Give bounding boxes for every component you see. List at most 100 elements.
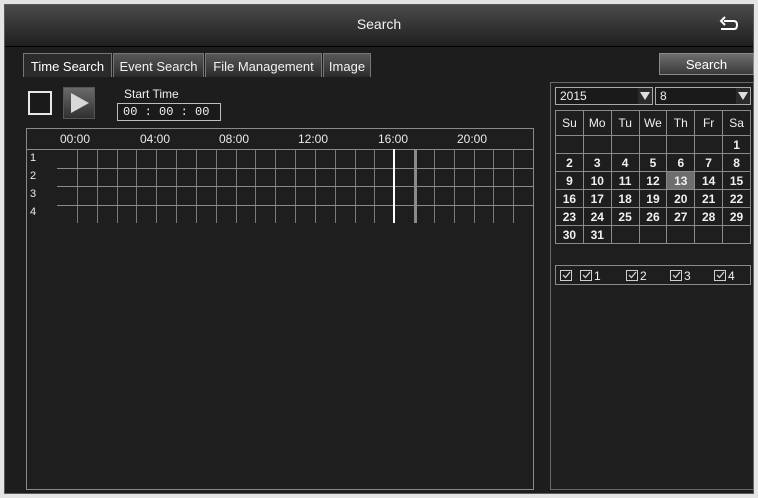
search-window: Search Time Search Event Search File Man…	[4, 4, 754, 494]
play-icon	[71, 93, 89, 113]
hour-label: 12:00	[298, 132, 329, 146]
weekday-label: Fr	[694, 110, 724, 136]
calendar-day[interactable]: 17	[582, 189, 612, 208]
weekday-label: Th	[666, 110, 696, 136]
check-icon	[714, 270, 726, 281]
channel-2-checkbox[interactable]: 2	[626, 269, 647, 283]
channel-checkboxes: 1 2 3 4	[555, 265, 751, 285]
dropdown-arrow-icon	[736, 88, 750, 104]
calendar-day[interactable]: 25	[610, 207, 640, 226]
calendar-day[interactable]: 3	[582, 153, 612, 172]
timeline-header: 00:00 04:00 08:00 12:00 16:00 20:00	[27, 129, 533, 150]
calendar-empty-cell	[638, 135, 668, 154]
calendar-day[interactable]: 8	[722, 153, 751, 172]
tab-file-management[interactable]: File Management	[205, 53, 322, 77]
search-button[interactable]: Search	[659, 53, 754, 75]
checkbox-label: 4	[728, 269, 735, 283]
timeline-cursor[interactable]	[393, 149, 395, 223]
hour-label: 04:00	[140, 132, 171, 146]
month-value: 8	[660, 89, 667, 103]
calendar-empty-cell	[666, 225, 696, 244]
check-icon	[580, 270, 592, 281]
channel-4-checkbox[interactable]: 4	[714, 269, 735, 283]
channel-row-label: 3	[30, 188, 37, 200]
calendar-day[interactable]: 7	[694, 153, 724, 172]
calendar-day[interactable]: 24	[582, 207, 612, 226]
calendar-day[interactable]: 26	[638, 207, 668, 226]
hour-label: 08:00	[219, 132, 250, 146]
calendar-day[interactable]: 13	[666, 171, 696, 190]
grid-line	[57, 205, 533, 206]
calendar-panel: 2015 8 Su Mo Tu We Th Fr Sa 1 2 3 4 5 6 …	[550, 82, 754, 490]
checkbox-label: 2	[640, 269, 647, 283]
channel-row-label: 4	[30, 206, 37, 218]
calendar-empty-cell	[610, 135, 640, 154]
calendar-day[interactable]: 29	[722, 207, 751, 226]
calendar-empty-cell	[610, 225, 640, 244]
weekday-label: Su	[555, 110, 584, 136]
stop-button[interactable]	[28, 91, 52, 115]
check-icon	[560, 270, 572, 281]
calendar-empty-cell	[582, 135, 612, 154]
hour-label: 20:00	[457, 132, 488, 146]
calendar-day[interactable]: 20	[666, 189, 696, 208]
check-icon	[670, 270, 682, 281]
dropdown-arrow-icon	[638, 88, 652, 104]
calendar-day[interactable]: 10	[582, 171, 612, 190]
month-select[interactable]: 8	[655, 87, 751, 105]
back-icon[interactable]	[717, 14, 739, 36]
calendar-day[interactable]: 5	[638, 153, 668, 172]
timeline-grid[interactable]	[57, 149, 533, 223]
calendar-week-row: 30 31	[555, 225, 751, 244]
tab-image[interactable]: Image	[323, 53, 371, 77]
calendar-day[interactable]: 23	[555, 207, 584, 226]
calendar-day[interactable]: 22	[722, 189, 751, 208]
calendar-empty-cell	[638, 225, 668, 244]
calendar-empty-cell	[666, 135, 696, 154]
weekday-label: Mo	[582, 110, 612, 136]
calendar-week-row: 23 24 25 26 27 28 29	[555, 207, 751, 226]
checkbox-label: 3	[684, 269, 691, 283]
title-bar: Search	[5, 5, 753, 47]
calendar-empty-cell	[722, 225, 751, 244]
calendar-day[interactable]: 14	[694, 171, 724, 190]
calendar-day[interactable]: 31	[582, 225, 612, 244]
calendar-day[interactable]: 2	[555, 153, 584, 172]
calendar-week-row: 1	[555, 135, 751, 154]
channel-1-checkbox[interactable]: 1	[580, 269, 601, 283]
check-icon	[626, 270, 638, 281]
grid-line	[57, 168, 533, 169]
calendar-day[interactable]: 19	[638, 189, 668, 208]
start-time-input[interactable]: 00 : 00 : 00	[117, 103, 221, 121]
all-channels-checkbox[interactable]	[560, 269, 574, 283]
calendar-day[interactable]: 21	[694, 189, 724, 208]
calendar-day[interactable]: 11	[610, 171, 640, 190]
weekday-label: We	[638, 110, 668, 136]
calendar-day[interactable]: 27	[666, 207, 696, 226]
hour-label: 00:00	[60, 132, 91, 146]
recording-marker	[414, 149, 417, 223]
calendar-day[interactable]: 28	[694, 207, 724, 226]
calendar-empty-cell	[694, 225, 724, 244]
weekday-header: Su Mo Tu We Th Fr Sa	[555, 110, 751, 136]
calendar-day[interactable]: 9	[555, 171, 584, 190]
tab-event-search[interactable]: Event Search	[113, 53, 204, 77]
year-select[interactable]: 2015	[555, 87, 653, 105]
calendar-day[interactable]: 16	[555, 189, 584, 208]
calendar-day[interactable]: 30	[555, 225, 584, 244]
calendar-empty-cell	[555, 135, 584, 154]
calendar-day[interactable]: 1	[722, 135, 751, 154]
calendar-day[interactable]: 15	[722, 171, 751, 190]
tab-time-search[interactable]: Time Search	[23, 53, 112, 77]
channel-3-checkbox[interactable]: 3	[670, 269, 691, 283]
start-time-label: Start Time	[124, 87, 179, 101]
calendar-week-row: 16 17 18 19 20 21 22	[555, 189, 751, 208]
play-button[interactable]	[63, 87, 95, 119]
calendar-day[interactable]: 6	[666, 153, 696, 172]
calendar-day[interactable]: 4	[610, 153, 640, 172]
calendar-week-row: 9 10 11 12 13 14 15	[555, 171, 751, 190]
calendar-day[interactable]: 18	[610, 189, 640, 208]
checkbox-label: 1	[594, 269, 601, 283]
calendar-day[interactable]: 12	[638, 171, 668, 190]
channel-row-label: 1	[30, 152, 37, 164]
